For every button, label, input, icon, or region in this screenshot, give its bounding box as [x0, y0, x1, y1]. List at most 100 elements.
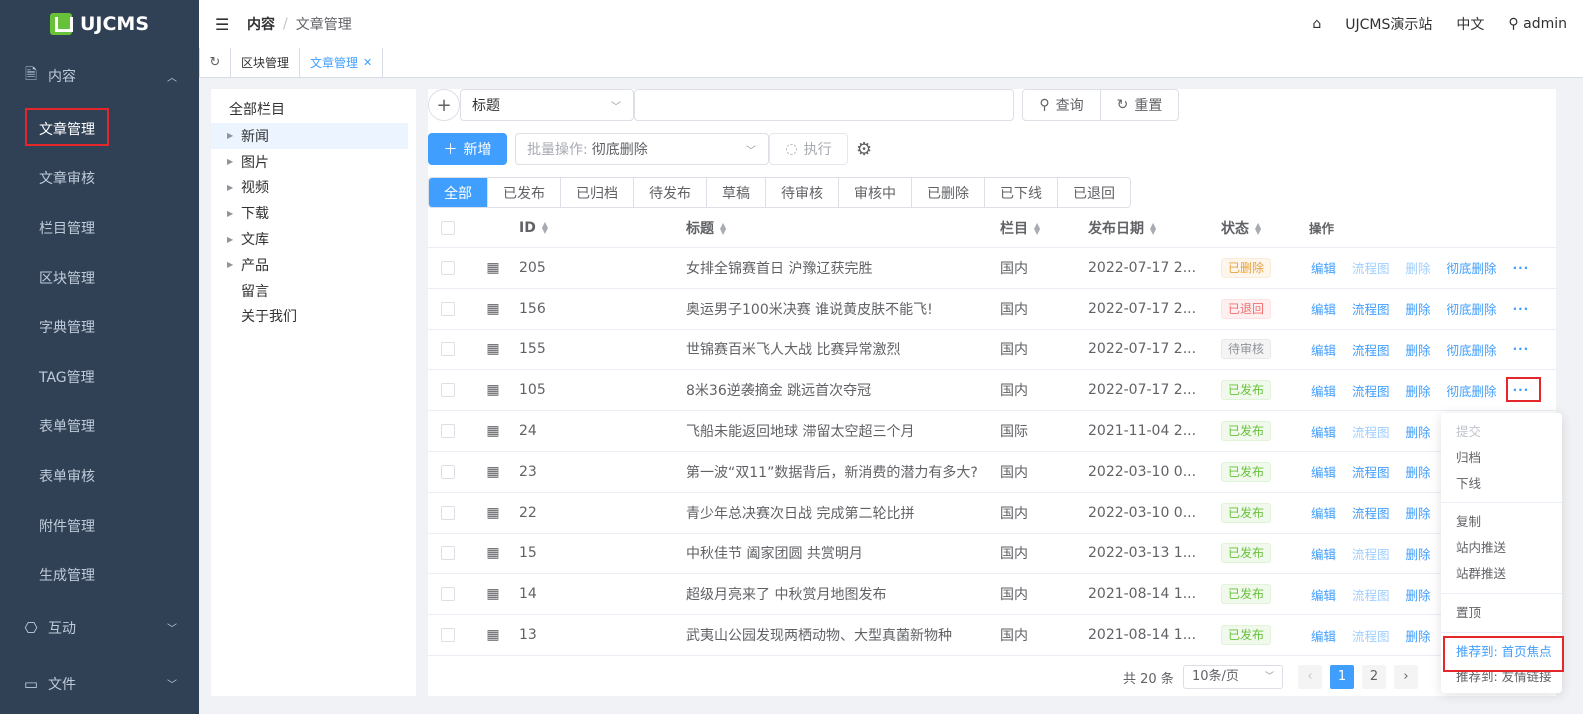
more-icon[interactable]: ··· — [1513, 261, 1530, 275]
settings-icon[interactable]: ⚙ — [856, 139, 872, 160]
edit-link[interactable]: 编辑 — [1311, 503, 1336, 522]
status-tab[interactable]: 已下线 — [985, 178, 1058, 207]
purge-link[interactable]: 彻底删除 — [1447, 340, 1497, 359]
sidebar-item-dict-manage[interactable]: 字典管理 — [0, 302, 199, 352]
sidebar-item-channel-manage[interactable]: 栏目管理 — [0, 203, 199, 253]
row-checkbox[interactable] — [441, 546, 455, 561]
drag-handle-icon[interactable]: ▦ — [468, 301, 518, 317]
home-icon[interactable]: ⌂ — [1312, 16, 1321, 32]
sidebar-item-form-manage[interactable]: 表单管理 — [0, 402, 199, 452]
sidebar-item-article-manage[interactable]: 文章管理 — [0, 104, 199, 154]
sort-icon[interactable]: ▲ ▼ — [1034, 221, 1040, 235]
dropdown-item-archive[interactable]: 归档 — [1441, 445, 1562, 471]
column-header-title[interactable]: 标题 ▲ ▼ — [686, 218, 1000, 238]
dropdown-item-internal-push[interactable]: 站内推送 — [1441, 535, 1562, 561]
tree-node[interactable]: ▶ 新闻 — [211, 123, 408, 149]
batch-operation-select[interactable]: 批量操作: 彻底删除 ﹀ — [515, 133, 769, 165]
edit-link[interactable]: 编辑 — [1311, 585, 1336, 604]
menu-group-interaction[interactable]: ⎔ 互动 ﹀ — [0, 600, 199, 656]
more-icon[interactable]: ··· — [1513, 342, 1530, 356]
dropdown-item-recommend-focus[interactable]: 推荐到: 首页焦点 — [1441, 635, 1564, 672]
search-input[interactable] — [634, 89, 1014, 121]
select-all-checkbox[interactable] — [441, 220, 455, 235]
delete-link[interactable]: 删除 — [1406, 340, 1431, 359]
purge-link[interactable]: 彻底删除 — [1447, 381, 1497, 400]
sort-icon[interactable]: ▲ ▼ — [1150, 221, 1156, 235]
more-icon[interactable]: ··· — [1505, 377, 1541, 403]
delete-link[interactable]: 删除 — [1406, 258, 1431, 277]
flowchart-link[interactable]: 流程图 — [1352, 340, 1390, 359]
drag-handle-icon[interactable]: ▦ — [468, 545, 518, 561]
page-button[interactable]: 1 — [1330, 665, 1354, 689]
edit-link[interactable]: 编辑 — [1311, 340, 1336, 359]
tree-node[interactable]: ▶ 图片 — [211, 149, 408, 175]
drag-handle-icon[interactable]: ▦ — [468, 505, 518, 521]
drag-handle-icon[interactable]: ▦ — [468, 341, 518, 357]
status-tab[interactable]: 草稿 — [707, 178, 766, 207]
row-checkbox[interactable] — [441, 383, 455, 398]
delete-link[interactable]: 删除 — [1406, 381, 1431, 400]
row-checkbox[interactable] — [441, 505, 455, 520]
sidebar-item-generate-manage[interactable]: 生成管理 — [0, 550, 199, 600]
status-tab[interactable]: 已归档 — [561, 178, 634, 207]
flowchart-link[interactable]: 流程图 — [1352, 462, 1390, 481]
flowchart-link[interactable]: 流程图 — [1352, 258, 1390, 277]
tab-article-manage[interactable]: 文章管理 ✕ — [300, 48, 384, 77]
dropdown-item-submit[interactable]: 提交 — [1441, 419, 1562, 445]
caret-right-icon[interactable]: ▶ — [227, 260, 241, 269]
tree-node[interactable]: ▶ 下载 — [211, 200, 408, 226]
purge-link[interactable]: 彻底删除 — [1447, 258, 1497, 277]
status-tab[interactable]: 待审核 — [766, 178, 839, 207]
dropdown-item-copy[interactable]: 复制 — [1441, 509, 1562, 535]
dropdown-item-pin-top[interactable]: 置顶 — [1441, 600, 1562, 626]
tree-node[interactable]: ▶ 视频 — [211, 175, 408, 201]
sidebar-item-attachment-manage[interactable]: 附件管理 — [0, 501, 199, 551]
tab-block-manage[interactable]: 区块管理 — [231, 48, 301, 77]
sort-icon[interactable]: ▲ ▼ — [542, 220, 548, 234]
edit-link[interactable]: 编辑 — [1311, 422, 1336, 441]
site-link[interactable]: UJCMS演示站 — [1345, 14, 1432, 34]
row-checkbox[interactable] — [441, 628, 455, 643]
caret-right-icon[interactable]: ▶ — [227, 235, 241, 244]
dropdown-item-group-push[interactable]: 站群推送 — [1441, 561, 1562, 587]
delete-link[interactable]: 删除 — [1406, 585, 1431, 604]
sidebar-item-article-review[interactable]: 文章审核 — [0, 154, 199, 204]
delete-link[interactable]: 删除 — [1406, 422, 1431, 441]
drag-handle-icon[interactable]: ▦ — [468, 586, 518, 602]
caret-right-icon[interactable]: ▶ — [227, 157, 241, 166]
flowchart-link[interactable]: 流程图 — [1352, 299, 1390, 318]
execute-button[interactable]: ◌ 执行 — [769, 133, 848, 165]
sidebar-item-block-manage[interactable]: 区块管理 — [0, 253, 199, 303]
dropdown-item-offline[interactable]: 下线 — [1441, 471, 1562, 497]
page-button[interactable]: 2 — [1362, 665, 1386, 689]
sidebar-item-tag-manage[interactable]: TAG管理 — [0, 352, 199, 402]
flowchart-link[interactable]: 流程图 — [1352, 503, 1390, 522]
column-header-status[interactable]: 状态 ▲ ▼ — [1221, 218, 1309, 238]
sort-icon[interactable]: ▲ ▼ — [720, 221, 726, 235]
language-switch[interactable]: 中文 — [1456, 14, 1484, 34]
drag-handle-icon[interactable]: ▦ — [468, 627, 518, 643]
column-header-date[interactable]: 发布日期 ▲ ▼ — [1088, 218, 1221, 238]
close-icon[interactable]: ✕ — [363, 56, 372, 69]
column-header-channel[interactable]: 栏目 ▲ ▼ — [1000, 218, 1088, 238]
edit-link[interactable]: 编辑 — [1311, 544, 1336, 563]
tree-node[interactable]: ▶ 文库 — [211, 226, 408, 252]
menu-group-file[interactable]: ▭ 文件 ﹀ — [0, 656, 199, 712]
caret-right-icon[interactable]: ▶ — [227, 209, 241, 218]
row-checkbox[interactable] — [441, 342, 455, 357]
edit-link[interactable]: 编辑 — [1311, 258, 1336, 277]
tree-node[interactable]: 关于我们 — [211, 304, 408, 330]
logo[interactable]: UJCMS — [0, 0, 199, 48]
caret-right-icon[interactable]: ▶ — [227, 183, 241, 192]
add-filter-icon[interactable]: + — [428, 89, 460, 121]
edit-link[interactable]: 编辑 — [1311, 299, 1336, 318]
flowchart-link[interactable]: 流程图 — [1352, 422, 1390, 441]
row-checkbox[interactable] — [441, 301, 455, 316]
drag-handle-icon[interactable]: ▦ — [468, 382, 518, 398]
caret-right-icon[interactable]: ▶ — [227, 131, 241, 140]
column-header-id[interactable]: ID ▲ ▼ — [518, 220, 686, 236]
more-icon[interactable]: ··· — [1513, 302, 1530, 316]
page-size-select[interactable]: 10条/页 ﹀ — [1183, 665, 1283, 689]
flowchart-link[interactable]: 流程图 — [1352, 585, 1390, 604]
flowchart-link[interactable]: 流程图 — [1352, 381, 1390, 400]
